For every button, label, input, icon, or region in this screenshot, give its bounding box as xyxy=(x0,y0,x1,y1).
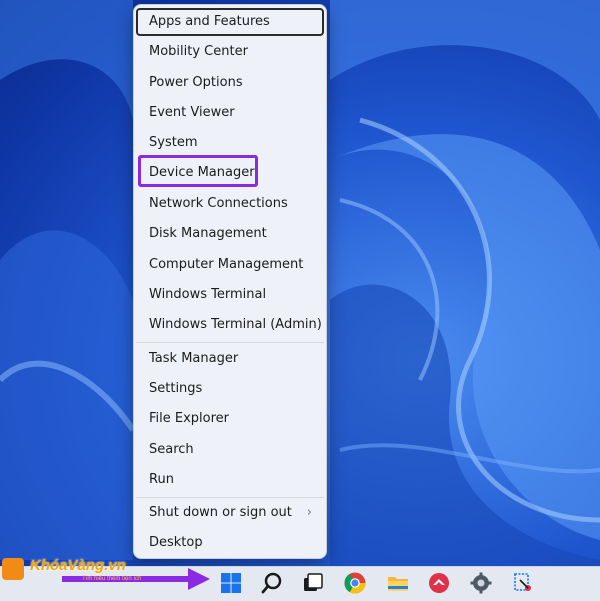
menu-item-system[interactable]: System xyxy=(136,129,324,157)
menu-item-windows-terminal[interactable]: Windows Terminal xyxy=(136,281,324,309)
app-icon[interactable] xyxy=(427,571,451,595)
windows-start-icon[interactable] xyxy=(219,571,243,595)
chevron-right-icon: › xyxy=(306,505,312,520)
menu-item-network-connections[interactable]: Network Connections xyxy=(136,190,324,218)
menu-item-search[interactable]: Search xyxy=(136,436,324,464)
task-view-icon[interactable] xyxy=(301,571,325,595)
menu-item-power-options[interactable]: Power Options xyxy=(136,69,324,97)
menu-item-task-manager[interactable]: Task Manager xyxy=(136,345,324,373)
search-icon[interactable] xyxy=(260,571,284,595)
menu-item-settings[interactable]: Settings xyxy=(136,375,324,403)
menu-item-event-viewer[interactable]: Event Viewer xyxy=(136,99,324,127)
settings-gear-icon[interactable] xyxy=(469,571,493,595)
chrome-icon[interactable] xyxy=(343,571,367,595)
annotation-highlight-box xyxy=(138,155,258,187)
menu-item-computer-management[interactable]: Computer Management xyxy=(136,251,324,279)
watermark-subtitle: Tìm hiểu thêm tiện ích xyxy=(82,576,142,582)
menu-item-mobility-center[interactable]: Mobility Center xyxy=(136,38,324,66)
winx-context-menu: Apps and Features Mobility Center Power … xyxy=(133,4,327,559)
snipping-tool-icon[interactable] xyxy=(511,571,535,595)
watermark-badge-icon xyxy=(2,558,24,580)
file-explorer-icon[interactable] xyxy=(386,571,410,595)
menu-item-file-explorer[interactable]: File Explorer xyxy=(136,405,324,433)
menu-item-desktop[interactable]: Desktop xyxy=(136,529,324,557)
menu-item-label: Shut down or sign out xyxy=(149,505,292,520)
menu-separator xyxy=(136,342,324,343)
watermark-logo: KhóaVàng.vn Tìm hiểu thêm tiện ích xyxy=(0,556,170,590)
menu-item-windows-terminal-admin[interactable]: Windows Terminal (Admin) xyxy=(136,311,324,339)
menu-item-run[interactable]: Run xyxy=(136,466,324,494)
menu-item-shut-down-or-sign-out[interactable]: Shut down or sign out › xyxy=(136,499,324,527)
menu-separator xyxy=(136,497,324,498)
menu-item-apps-and-features[interactable]: Apps and Features xyxy=(136,8,324,36)
menu-item-disk-management[interactable]: Disk Management xyxy=(136,220,324,248)
watermark-name: KhóaVàng.vn xyxy=(30,557,126,574)
